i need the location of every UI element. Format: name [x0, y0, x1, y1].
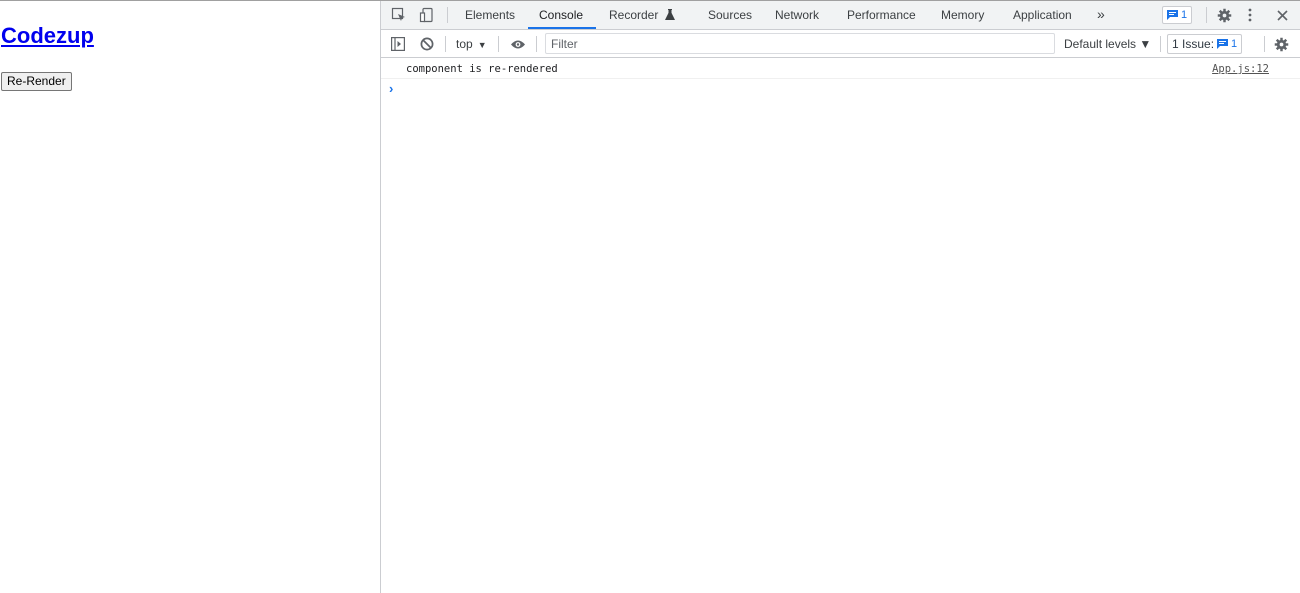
- device-toggle-icon[interactable]: [417, 1, 437, 29]
- context-selector[interactable]: top ▼: [456, 30, 487, 58]
- console-message-row: component is re-rendered App.js:12: [381, 59, 1300, 79]
- issues-button[interactable]: 1 Issue: 1: [1167, 34, 1243, 54]
- tabbar-divider-right: [1206, 7, 1207, 23]
- filter-input[interactable]: [545, 33, 1055, 54]
- default-levels-dropdown[interactable]: Default levels ▼: [1064, 30, 1151, 58]
- issues-label: 1 Issue:: [1172, 37, 1215, 51]
- tab-sources[interactable]: Sources: [708, 1, 752, 29]
- toolbar-divider-2: [498, 36, 499, 52]
- toolbar-divider: [445, 36, 446, 52]
- toolbar-divider-4: [1160, 36, 1161, 52]
- tab-application[interactable]: Application: [1013, 1, 1072, 29]
- console-prompt-icon[interactable]: ›: [389, 81, 393, 96]
- toolbar-divider-5: [1264, 36, 1265, 52]
- tab-recorder-label: Recorder: [609, 8, 659, 22]
- re-render-button[interactable]: Re-Render: [1, 72, 72, 91]
- tab-network[interactable]: Network: [775, 1, 819, 29]
- kebab-menu-icon[interactable]: [1243, 1, 1257, 29]
- tab-recorder[interactable]: Recorder: [609, 1, 675, 29]
- issue-icon: [1217, 39, 1229, 49]
- clear-console-icon[interactable]: [418, 30, 436, 58]
- devtools-tab-bar: Elements Console Recorder Sources Networ…: [381, 1, 1300, 30]
- tab-elements[interactable]: Elements: [465, 1, 515, 29]
- more-tabs-button[interactable]: »: [1097, 1, 1105, 29]
- inspect-element-icon[interactable]: [389, 1, 409, 29]
- console-toolbar: top ▼ Default levels ▼ 1 Issue: 1: [381, 30, 1300, 58]
- page-viewport: Codezup Re-Render: [0, 1, 380, 593]
- messages-badge[interactable]: 1: [1162, 6, 1193, 24]
- chevron-down-icon: ▼: [477, 40, 487, 50]
- page-title-link[interactable]: Codezup: [1, 23, 94, 49]
- tab-memory[interactable]: Memory: [941, 1, 984, 29]
- messages-badge-count: 1: [1181, 9, 1188, 21]
- close-icon[interactable]: [1273, 1, 1291, 29]
- sidebar-toggle-icon[interactable]: [389, 30, 407, 58]
- console-settings-gear-icon[interactable]: [1272, 30, 1290, 58]
- console-message-text: component is re-rendered: [406, 63, 558, 75]
- active-tab-indicator: [528, 27, 596, 29]
- issues-count: 1: [1231, 38, 1238, 50]
- message-icon: [1167, 10, 1178, 20]
- toolbar-divider-3: [536, 36, 537, 52]
- eye-icon[interactable]: [508, 30, 528, 58]
- context-selector-label: top: [456, 37, 473, 51]
- tabbar-divider: [447, 7, 448, 23]
- tab-console[interactable]: Console: [539, 1, 583, 29]
- settings-gear-icon[interactable]: [1215, 1, 1233, 29]
- devtools-panel: Elements Console Recorder Sources Networ…: [380, 1, 1300, 593]
- tab-performance[interactable]: Performance: [847, 1, 916, 29]
- recorder-flask-icon: [664, 9, 675, 20]
- console-message-source-link[interactable]: App.js:12: [1212, 63, 1269, 75]
